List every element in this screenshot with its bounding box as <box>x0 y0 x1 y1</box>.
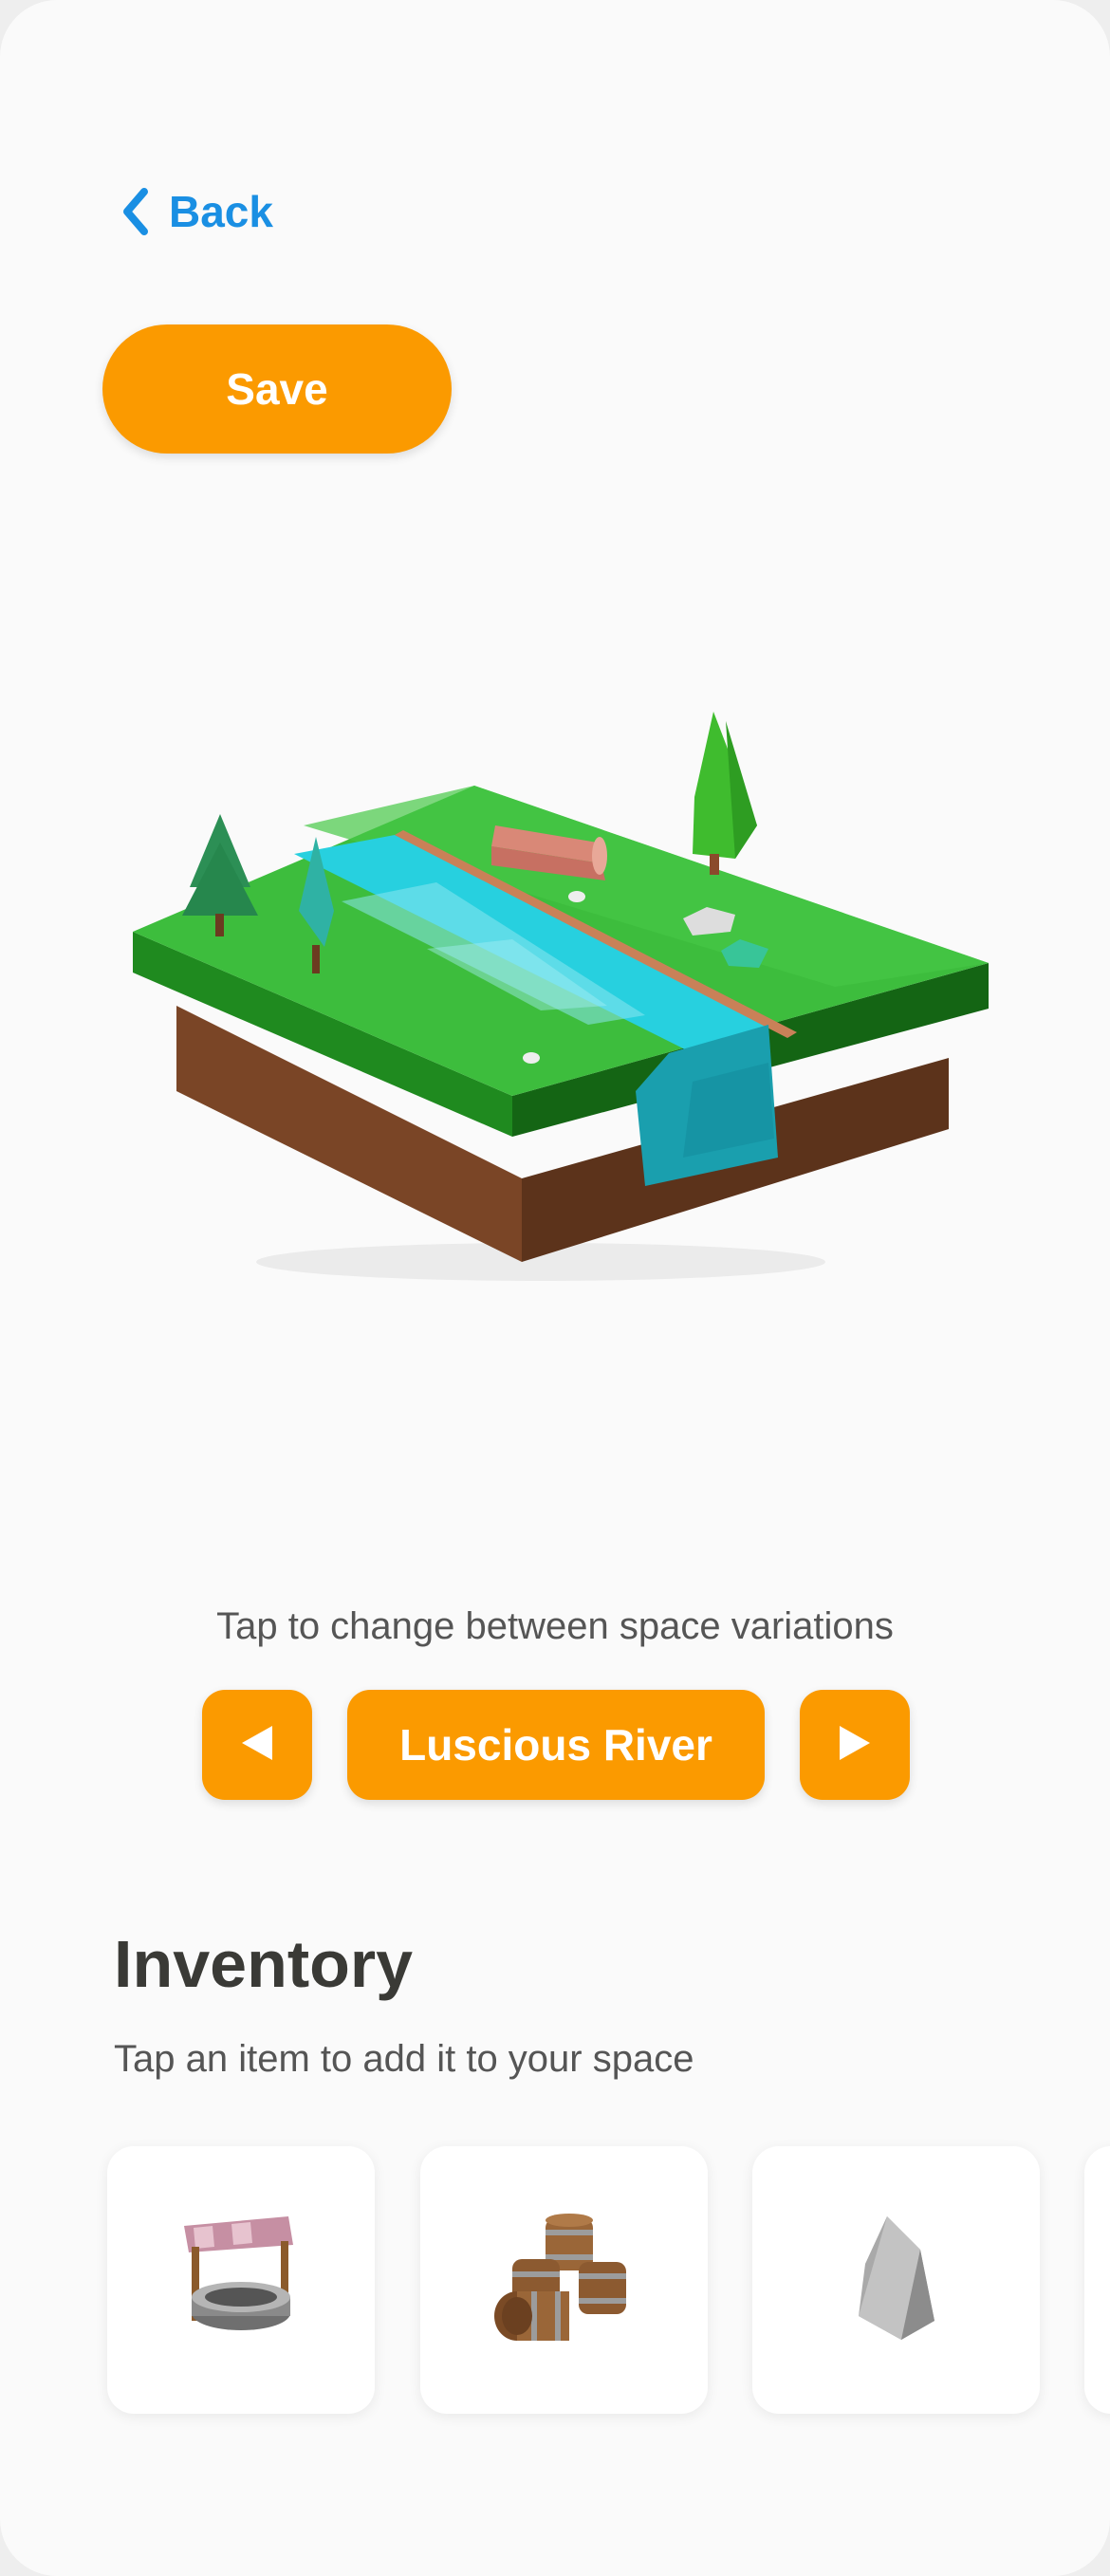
triangle-right-icon <box>834 1722 876 1769</box>
variation-selector: Luscious River <box>0 1690 1110 1800</box>
inventory-title: Inventory <box>114 1927 414 2001</box>
space-editor-screen: Back Save Tap to change between space va… <box>0 0 1110 2576</box>
variations-hint: Tap to change between space variations <box>216 1605 894 1647</box>
space-scene-image[interactable] <box>114 683 1015 1290</box>
inventory-item-partial[interactable] <box>1084 2146 1110 2414</box>
inventory-item-well[interactable] <box>107 2146 375 2414</box>
chevron-left-icon <box>121 188 150 235</box>
inventory-subtitle: Tap an item to add it to your space <box>114 2038 694 2080</box>
barrels-icon <box>479 2207 650 2354</box>
next-variation-button[interactable] <box>800 1690 910 1800</box>
well-icon <box>175 2207 307 2354</box>
back-button[interactable]: Back <box>121 186 273 237</box>
back-label: Back <box>169 187 273 236</box>
inventory-item-rock[interactable] <box>752 2146 1040 2414</box>
previous-variation-button[interactable] <box>202 1690 312 1800</box>
triangle-left-icon <box>236 1722 278 1769</box>
rock-icon <box>844 2207 949 2354</box>
save-button[interactable]: Save <box>102 324 452 454</box>
current-variation-button[interactable]: Luscious River <box>347 1690 765 1800</box>
inventory-item-barrels[interactable] <box>420 2146 708 2414</box>
